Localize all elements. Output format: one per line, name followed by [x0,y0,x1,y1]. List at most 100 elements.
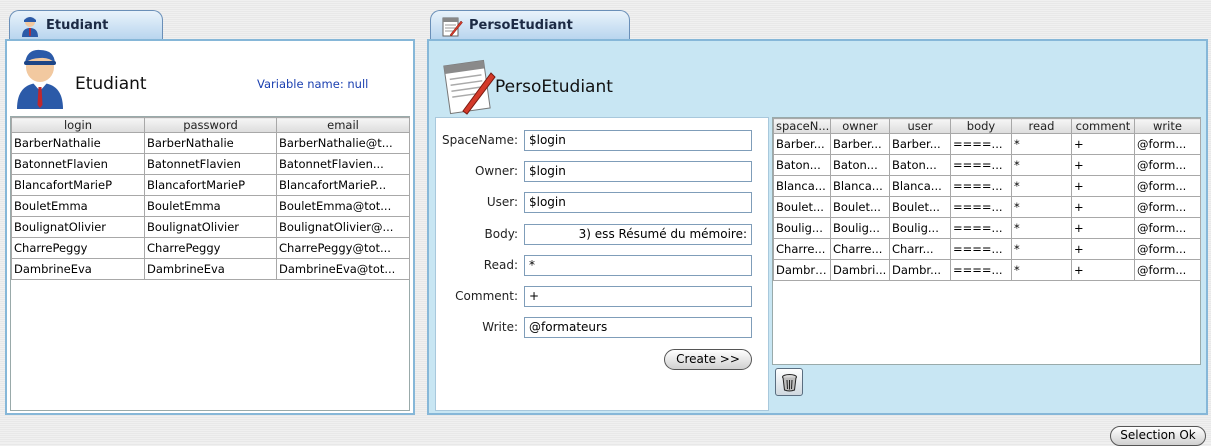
create-button[interactable]: Create >> [664,349,752,370]
write-input[interactable]: @formateurs [524,317,752,338]
body-input[interactable]: 3) ess Résumé du mémoire: [524,224,752,245]
cell-write: @form... [1134,238,1201,260]
cell-spacename: Charre... [773,238,831,260]
cell-write: @form... [1134,217,1201,239]
cell-body: ====... [950,175,1012,197]
cell-user: Blanca... [889,175,951,197]
cell-spacename: Barber... [773,133,831,155]
document-edit-large-icon [443,59,496,115]
user-label: User: [486,195,518,209]
table-row[interactable]: CharrePeggy CharrePeggy CharrePeggy@tot... [11,237,410,259]
table-row[interactable]: BarberNathalie BarberNathalie BarberNathal… [11,132,410,154]
column-header-read[interactable]: read [1011,118,1072,134]
owner-label: Owner: [474,164,518,178]
cell-login: BoulignatOlivier [11,216,145,238]
cell-login: DambrineEva [11,258,145,280]
table-row[interactable]: Boulig... Boulig... Boulig... ====... * + @for… [773,217,1201,239]
table-row[interactable]: Boulet... Boulet... Boulet... ====... * + @for… [773,196,1201,218]
cell-spacename: Baton... [773,154,831,176]
cell-login: CharrePeggy [11,237,145,259]
table-header-row: login password email [11,117,410,133]
persoetudiant-form: SpaceName: $login Owner: $login User: $l… [435,117,769,411]
cell-comment: + [1071,259,1135,281]
user-input[interactable]: $login [524,192,752,213]
document-edit-icon [442,17,463,36]
column-header-body[interactable]: body [950,118,1012,134]
cell-email: BoulignatOlivier@... [276,216,410,238]
column-header-spacename[interactable]: spaceN... [773,118,831,134]
body-label: Body: [484,227,518,241]
read-input[interactable]: * [524,255,752,276]
panel-title: Etudiant [75,74,147,94]
cell-user: Boulig... [889,217,951,239]
column-header-write[interactable]: write [1134,118,1201,134]
table-row[interactable]: BlancafortMarieP BlancafortMarieP Blancafo… [11,174,410,196]
tab-etudiant[interactable]: Etudiant [9,10,163,40]
spacename-input[interactable]: $login [524,130,752,151]
table-row[interactable]: Blanca... Blanca... Blanca... ====... * + @for… [773,175,1201,197]
student-icon [22,16,38,37]
tab-persoetudiant[interactable]: PersoEtudiant [430,10,630,40]
cell-password: BoulignatOlivier [144,216,277,238]
table-row[interactable]: Charre... Charre... Charr... ====... * + @form… [773,238,1201,260]
table-row[interactable]: BoulignatOlivier BoulignatOlivier Bouligna… [11,216,410,238]
cell-read: * [1011,238,1072,260]
cell-email: BouletEmma@tot... [276,195,410,217]
cell-email: BlancafortMarieP... [276,174,410,196]
cell-body: ====... [950,217,1012,239]
persoetudiant-table-container: spaceN... owner user body read comment w… [772,117,1201,365]
cell-write: @form... [1134,175,1201,197]
column-header-login[interactable]: login [11,117,145,133]
table-row[interactable]: Barber... Barber... Barber... ====... * + @for… [773,133,1201,155]
cell-user: Charr... [889,238,951,260]
column-header-email[interactable]: email [276,117,410,133]
cell-owner: Blanca... [830,175,890,197]
cell-email: DambrineEva@tot... [276,258,410,280]
cell-owner: Dambri... [830,259,890,281]
cell-read: * [1011,154,1072,176]
cell-email: CharrePeggy@tot... [276,237,410,259]
persoetudiant-panel: PersoEtudiant SpaceName: $login Owner: $… [427,39,1208,415]
variable-name-label: Variable name: null [257,77,369,91]
cell-password: CharrePeggy [144,237,277,259]
delete-button[interactable] [775,368,803,396]
trash-icon [782,374,797,392]
owner-input[interactable]: $login [524,161,752,182]
cell-spacename: Boulet... [773,196,831,218]
cell-user: Boulet... [889,196,951,218]
column-header-user[interactable]: user [889,118,951,134]
student-avatar-icon [17,49,63,109]
cell-password: DambrineEva [144,258,277,280]
etudiant-table: login password email BarberNathalie Barbe… [11,117,410,280]
table-row[interactable]: Baton... Baton... Baton... ====... * + @form..… [773,154,1201,176]
table-row[interactable]: BouletEmma BouletEmma BouletEmma@tot... [11,195,410,217]
column-header-comment[interactable]: comment [1071,118,1135,134]
cell-write: @form... [1134,133,1201,155]
cell-write: @form... [1134,259,1201,281]
cell-body: ====... [950,259,1012,281]
column-header-password[interactable]: password [144,117,277,133]
cell-read: * [1011,259,1072,281]
table-row[interactable]: Dambri... Dambri... Dambr... ====... * + @form… [773,259,1201,281]
cell-owner: Baton... [830,154,890,176]
selection-ok-button[interactable]: Selection Ok [1110,426,1206,446]
cell-comment: + [1071,217,1135,239]
cell-owner: Boulig... [830,217,890,239]
etudiant-panel: Etudiant Variable name: null login passw… [5,39,415,415]
table-header-row: spaceN... owner user body read comment w… [773,118,1201,134]
cell-read: * [1011,217,1072,239]
cell-password: BlancafortMarieP [144,174,277,196]
table-row[interactable]: DambrineEva DambrineEva DambrineEva@tot... [11,258,410,280]
cell-read: * [1011,175,1072,197]
cell-spacename: Dambri... [773,259,831,281]
cell-owner: Charre... [830,238,890,260]
comment-input[interactable]: + [524,286,752,307]
cell-login: BouletEmma [11,195,145,217]
tab-persoetudiant-label: PersoEtudiant [469,18,573,33]
cell-owner: Barber... [830,133,890,155]
table-row[interactable]: BatonnetFlavien BatonnetFlavien BatonnetFl… [11,153,410,175]
column-header-owner[interactable]: owner [830,118,890,134]
cell-email: BatonnetFlavien... [276,153,410,175]
cell-body: ====... [950,196,1012,218]
cell-write: @form... [1134,196,1201,218]
